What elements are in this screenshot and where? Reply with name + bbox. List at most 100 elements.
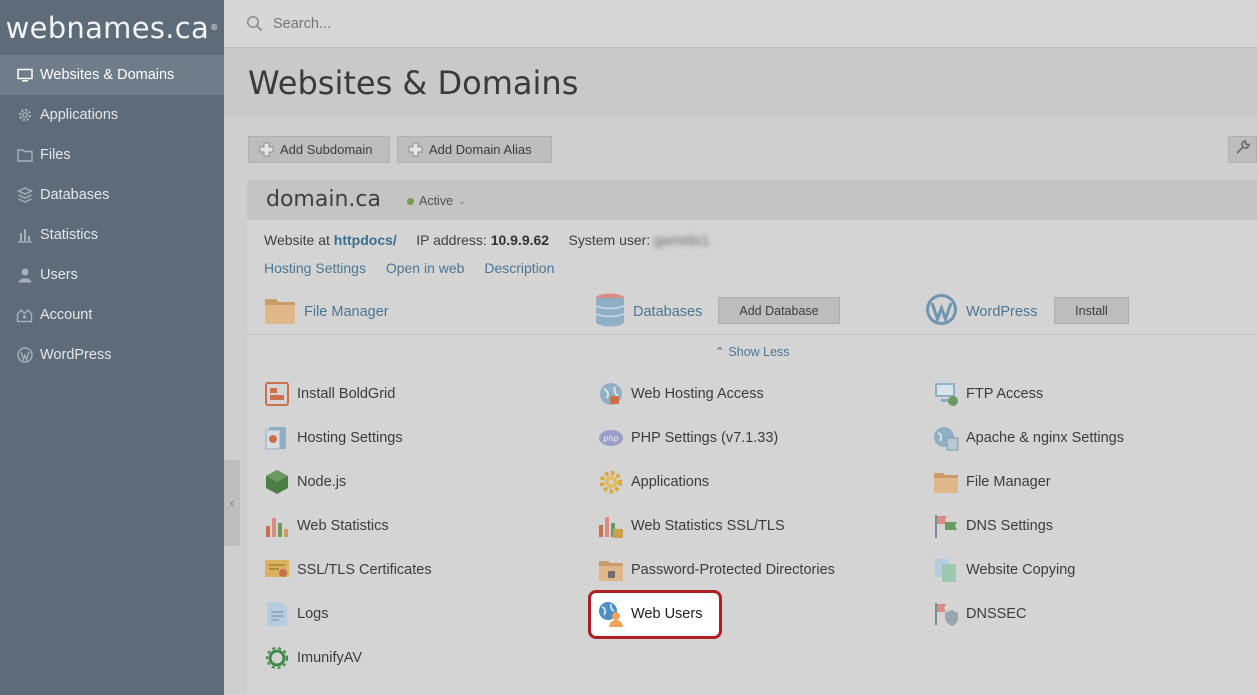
wordpress-install-button[interactable]: Install [1054,297,1129,324]
hosting-settings-link[interactable]: Hosting Settings [264,260,366,276]
tool-hosting-settings[interactable]: Hosting Settings [264,423,403,453]
tool-web-statistics[interactable]: Web Statistics [264,511,389,541]
bar-chart-icon [16,227,33,244]
imunify-icon [264,645,290,671]
wrench-icon [1235,139,1251,160]
tool-label: Web Hosting Access [631,386,764,402]
locked-folder-icon [598,557,624,583]
sidebar: webnames.ca ® Websites & Domains Applicat… [0,0,224,695]
boldgrid-icon [264,381,290,407]
tool-label: Web Statistics [297,518,389,534]
tool-imunifyav[interactable]: ImunifyAV [264,643,362,673]
nodejs-icon [264,469,290,495]
tool-label: Password-Protected Directories [631,562,835,578]
description-link[interactable]: Description [484,260,554,276]
add-subdomain-button[interactable]: Add Subdomain [248,136,390,163]
tool-logs[interactable]: Logs [264,599,328,629]
globe-key-icon [598,381,624,407]
tool-web-hosting-access[interactable]: Web Hosting Access [598,379,764,409]
tool-dnssec[interactable]: DNSSEC [933,599,1026,629]
sidebar-item-account[interactable]: Account [0,295,224,335]
add-database-button[interactable]: Add Database [718,297,840,324]
logo-text: webnames.ca [5,10,210,45]
sidebar-item-label: Databases [40,187,110,203]
tool-web-statistics-ssl[interactable]: Web Statistics SSL/TLS [598,511,785,541]
search-icon [246,15,263,32]
sidebar-collapse-handle[interactable]: ‹ [224,460,240,546]
sidebar-item-files[interactable]: Files [0,135,224,175]
add-subdomain-label: Add Subdomain [280,142,373,157]
sidebar-item-label: Account [40,307,93,323]
website-at-label: Website at [264,232,330,248]
domain-card-header: domain.ca Active ⌄ [247,180,1257,220]
website-path-link[interactable]: httpdocs/ [334,232,397,248]
web-users-icon [598,601,624,627]
plus-icon [408,142,423,157]
certificate-icon [264,557,290,583]
sidebar-item-label: WordPress [40,347,112,363]
plus-icon [259,142,274,157]
sidebar-item-websites-domains[interactable]: Websites & Domains [0,55,224,95]
tool-file-manager[interactable]: File Manager [933,467,1051,497]
chevron-down-icon: ⌄ [458,195,466,206]
tool-dns-settings[interactable]: DNS Settings [933,511,1053,541]
search-input[interactable] [271,14,675,33]
tool-website-copying[interactable]: Website Copying [933,555,1075,585]
tool-nodejs[interactable]: Node.js [264,467,346,497]
user-icon [16,267,33,284]
php-icon: php [598,425,624,451]
tool-password-protected-directories[interactable]: Password-Protected Directories [598,555,835,585]
tool-label: Applications [631,474,710,490]
settings-button[interactable] [1228,136,1257,163]
database-icon [16,187,33,204]
page-header: Websites & Domains [224,48,1257,118]
sidebar-item-statistics[interactable]: Statistics [0,215,224,255]
sidebar-item-wordpress[interactable]: WordPress [0,335,224,375]
tool-ftp-access[interactable]: FTP Access [933,379,1043,409]
tool-install-boldgrid[interactable]: Install BoldGrid [264,379,395,409]
quick-databases[interactable]: Databases [595,293,703,330]
monitor-icon [16,67,33,84]
tool-label: Install BoldGrid [297,386,396,402]
status-dot-icon [407,197,414,205]
server-globe-icon [933,425,959,451]
tool-web-users[interactable]: Web Users [598,600,702,628]
domain-links: Hosting Settings Open in web Description [264,260,570,276]
folder-icon [933,469,959,495]
domain-name[interactable]: domain.ca [266,187,381,212]
svg-text:php: php [602,434,618,443]
databases-link: Databases [633,304,703,320]
quick-access-row: File Manager Databases Add Database Word… [247,290,1257,335]
tool-label: Apache & nginx Settings [966,430,1124,446]
tool-label: File Manager [966,474,1051,490]
open-in-web-link[interactable]: Open in web [386,260,465,276]
show-less-label: Show Less [728,345,790,359]
tool-applications[interactable]: Applications [598,467,709,497]
tool-php-settings[interactable]: php PHP Settings (v7.1.33) [598,423,778,453]
sidebar-item-applications[interactable]: Applications [0,95,224,135]
tool-ssl-tls-certificates[interactable]: SSL/TLS Certificates [264,555,432,585]
chevron-left-icon: ‹ [230,496,234,510]
status-dropdown[interactable]: Active ⌄ [407,194,466,208]
domain-info-line: Website at httpdocs/ IP address: 10.9.9.… [264,232,709,248]
tool-label: FTP Access [966,386,1044,402]
sidebar-item-users[interactable]: Users [0,255,224,295]
add-domain-alias-button[interactable]: Add Domain Alias [397,136,552,163]
sidebar-item-databases[interactable]: Databases [0,175,224,215]
sidebar-item-label: Statistics [40,227,99,243]
folder-icon [264,295,296,330]
bar-chart-lock-icon [598,513,624,539]
tool-label: Logs [297,606,329,622]
wordpress-icon [925,293,958,331]
file-manager-link: File Manager [304,304,389,320]
quick-wordpress[interactable]: WordPress [925,294,1037,330]
tool-label: DNS Settings [966,518,1054,534]
hosting-settings-icon [264,425,290,451]
tool-apache-nginx-settings[interactable]: Apache & nginx Settings [933,423,1124,453]
quick-file-manager[interactable]: File Manager [264,294,389,330]
brand-logo[interactable]: webnames.ca ® [0,0,224,55]
show-less-toggle[interactable]: ⌃ Show Less [247,344,1257,359]
registered-mark: ® [210,23,219,32]
dns-flags-icon [933,513,959,539]
sidebar-item-label: Files [40,147,71,163]
